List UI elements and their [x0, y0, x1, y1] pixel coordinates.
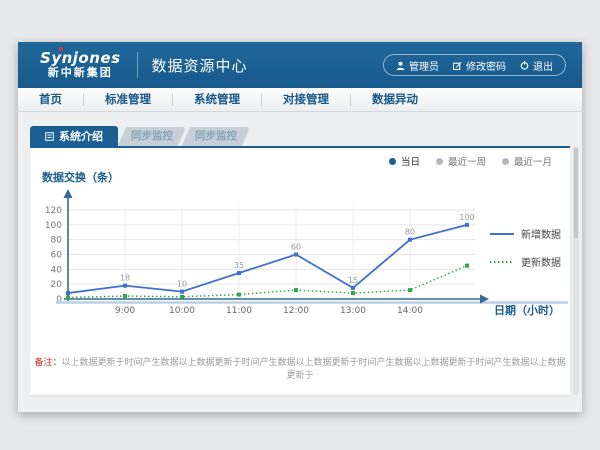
- dotted-line-swatch: [490, 260, 514, 264]
- data-point: [408, 238, 412, 242]
- y-tick-label: 80: [51, 236, 63, 246]
- y-tick-label: 120: [45, 206, 62, 216]
- data-point-label: 35: [234, 261, 244, 270]
- line-chart: 0204060801001209:0010:0011:0012:0013:001…: [30, 162, 570, 352]
- y-axis-arrow: [64, 189, 73, 198]
- nav-item-standard-mgmt[interactable]: 标准管理: [84, 88, 172, 111]
- legend-label: 新增数据: [521, 226, 561, 241]
- data-point: [237, 271, 241, 275]
- user-toolbar: 管理员 修改密码 退出: [383, 54, 566, 76]
- tab-bar: 系统介绍 同步监控 同步监控: [30, 126, 246, 146]
- nav-item-data-change[interactable]: 数据异动: [351, 88, 439, 111]
- tab-label: 同步监控: [122, 127, 182, 146]
- page-title: 数据资源中心: [152, 55, 248, 76]
- data-point: [294, 288, 298, 292]
- chart-panel: 当日 最近一周 最近一月 数据交换（条） 0204060801001209:00…: [30, 146, 570, 395]
- document-icon: [45, 132, 54, 141]
- data-point: [66, 296, 70, 300]
- y-tick-label: 40: [51, 265, 63, 275]
- tab-sync-monitor-2[interactable]: 同步监控: [186, 127, 246, 146]
- nav-item-interface-mgmt[interactable]: 对接管理: [262, 88, 350, 111]
- brand-logo: Synjones 新中新集团: [40, 51, 121, 78]
- tab-sync-monitor-1[interactable]: 同步监控: [122, 127, 182, 146]
- data-point: [66, 291, 70, 295]
- data-point: [237, 293, 241, 297]
- brand-name-y: y: [51, 49, 61, 67]
- footnote-text: 以上数据更新于时间产生数据以上数据更新于时间产生数据以上数据更新于时间产生数据以…: [62, 358, 566, 381]
- tab-label: 系统介绍: [59, 128, 103, 144]
- x-tick-label: 14:00: [397, 306, 423, 316]
- solid-line-swatch: [490, 232, 514, 236]
- scrollbar-thumb[interactable]: [574, 148, 578, 238]
- nav-item-home[interactable]: 首页: [18, 88, 83, 111]
- data-point: [180, 295, 184, 299]
- x-tick-label: 9:00: [115, 306, 135, 316]
- brand-name-post: njones: [62, 49, 121, 67]
- data-point: [351, 286, 355, 290]
- data-point-label: 60: [291, 243, 301, 252]
- series-legend: 新增数据 更新数据: [490, 226, 561, 269]
- x-tick-label: 10:00: [169, 306, 195, 316]
- data-point: [408, 288, 412, 292]
- data-point: [123, 294, 127, 298]
- legend-updated-data: 更新数据: [490, 254, 561, 269]
- data-point-label: 18: [120, 274, 130, 283]
- change-password-button[interactable]: 修改密码: [453, 58, 506, 73]
- data-point-label: 80: [405, 228, 415, 237]
- data-point: [465, 264, 469, 268]
- x-axis-title: 日期（小时）: [494, 303, 560, 317]
- legend-label: 更新数据: [521, 254, 561, 269]
- data-point: [123, 284, 127, 288]
- data-point: [180, 290, 184, 294]
- x-tick-label: 11:00: [226, 306, 252, 316]
- app-header: Synjones 新中新集团 数据资源中心 管理员 修改密码 退出: [18, 42, 582, 88]
- app-window: Synjones 新中新集团 数据资源中心 管理员 修改密码 退出 首页 标准管…: [18, 42, 582, 412]
- logout-button[interactable]: 退出: [520, 58, 553, 73]
- tab-system-intro[interactable]: 系统介绍: [30, 126, 118, 146]
- footnote: 备注：以上数据更新于时间产生数据以上数据更新于时间产生数据以上数据更新于时间产生…: [30, 355, 570, 381]
- data-point-label: 15: [348, 276, 358, 285]
- logout-label: 退出: [533, 58, 553, 73]
- data-point: [351, 291, 355, 295]
- brand-name-pre: S: [40, 49, 51, 67]
- y-tick-label: 20: [51, 280, 63, 290]
- data-point-label: 100: [459, 213, 474, 222]
- current-user[interactable]: 管理员: [396, 58, 439, 73]
- nav-item-system-mgmt[interactable]: 系统管理: [173, 88, 261, 111]
- main-nav: 首页 标准管理 系统管理 对接管理 数据异动: [18, 88, 582, 112]
- power-icon: [520, 61, 529, 70]
- y-tick-label: 60: [51, 251, 63, 261]
- line-chart-svg: 0204060801001209:0010:0011:0012:0013:001…: [30, 162, 570, 352]
- user-icon: [396, 61, 405, 70]
- header-divider: [137, 52, 138, 78]
- tab-label: 同步监控: [186, 127, 246, 146]
- data-point: [465, 223, 469, 227]
- change-password-label: 修改密码: [466, 58, 506, 73]
- x-tick-label: 12:00: [283, 306, 309, 316]
- data-point-label: 10: [177, 280, 187, 289]
- brand-company: 新中新集团: [48, 67, 113, 79]
- edit-icon: [453, 61, 462, 70]
- scrollbar-track[interactable]: [573, 146, 579, 395]
- footnote-label: 备注：: [34, 358, 61, 368]
- y-tick-label: 100: [45, 221, 62, 231]
- current-user-label: 管理员: [409, 58, 439, 73]
- brand-name: Synjones: [40, 51, 121, 67]
- data-point: [294, 253, 298, 257]
- x-tick-label: 13:00: [340, 306, 366, 316]
- legend-new-data: 新增数据: [490, 226, 561, 241]
